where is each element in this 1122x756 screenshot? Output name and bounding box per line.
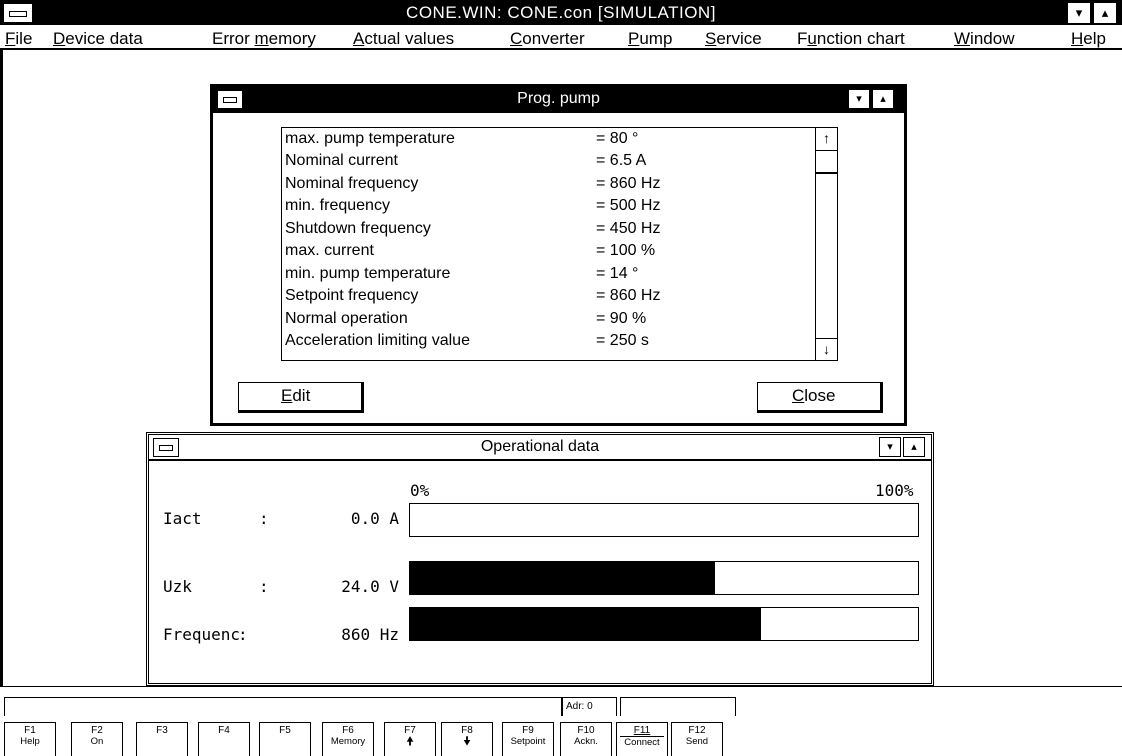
prog-pump-title: Prog. pump <box>517 90 600 107</box>
f5-button[interactable]: F5 <box>259 722 311 756</box>
vertical-scrollbar[interactable]: ↑ ↓ <box>815 128 837 360</box>
status-message-field <box>4 697 562 716</box>
prog-pump-window: Prog. pump ▾ ▴ max. pump temperature = 80… <box>210 84 907 426</box>
address-field: Adr: 0 <box>562 697 617 716</box>
arrow-up-icon: 🠝 <box>406 734 414 748</box>
status-info-field <box>620 697 736 716</box>
desktop-border <box>0 50 3 686</box>
iact-separator: : <box>259 509 269 528</box>
operational-data-window: Operational data ▾ ▴ 0% 100% Iact : 0.0 … <box>146 432 934 686</box>
iact-label: Iact <box>163 509 202 528</box>
scale-min-label: 0% <box>410 481 430 500</box>
iact-value: 0.0 A <box>350 509 399 528</box>
f1-help-button[interactable]: F1 Help <box>4 722 56 756</box>
f8-down-button[interactable]: F8 🠟 <box>441 722 493 756</box>
f11-connect-button[interactable]: F11 Connect <box>616 722 668 756</box>
function-key-bar: Adr: 0 F1 Help F2 On F3 F4 F5 F6 Memory F7 🠝… <box>0 686 1122 756</box>
f10-ackn-button[interactable]: F10 Ackn. <box>560 722 612 756</box>
uzk-value: 24.0 V <box>341 577 399 596</box>
menu-help[interactable]: Help <box>1071 29 1106 49</box>
menu-function-chart[interactable]: Function chart <box>797 29 905 49</box>
operational-data-title-bar: Operational data ▾ ▴ <box>149 435 931 461</box>
menu-file[interactable]: File <box>5 29 32 49</box>
scale-max-label: 100% <box>875 481 914 500</box>
app-title-bar: CONE.WIN: CONE.con [SIMULATION] ▾ ▴ <box>0 0 1122 27</box>
close-button[interactable]: Close <box>757 382 883 413</box>
uzk-bar-fill <box>410 562 715 594</box>
menu-window[interactable]: Window <box>954 29 1014 49</box>
menu-pump[interactable]: Pump <box>628 29 672 49</box>
f4-button[interactable]: F4 <box>198 722 250 756</box>
f9-setpoint-button[interactable]: F9 Setpoint <box>502 722 554 756</box>
app-title: CONE.WIN: CONE.con [SIMULATION] <box>406 3 716 22</box>
window-system-menu-icon[interactable] <box>153 438 179 457</box>
minimize-button[interactable]: ▾ <box>1067 2 1091 24</box>
operational-data-title: Operational data <box>480 438 600 455</box>
menu-actual-values[interactable]: Actual values <box>353 29 454 49</box>
menu-device-data[interactable]: Device data <box>53 29 143 49</box>
uzk-label: Uzk <box>163 577 192 596</box>
maximize-button[interactable]: ▴ <box>1093 2 1117 24</box>
f6-memory-button[interactable]: F6 Memory <box>322 722 374 756</box>
menu-service[interactable]: Service <box>705 29 762 49</box>
frequency-bar <box>409 607 919 641</box>
f12-send-button[interactable]: F12 Send <box>671 722 723 756</box>
parameter-listbox[interactable]: max. pump temperature = 80 ° Nominal curr… <box>281 127 838 361</box>
frequency-bar-fill <box>410 608 761 640</box>
scroll-up-arrow-icon[interactable]: ↑ <box>816 128 837 150</box>
menu-error-memory[interactable]: Error memory <box>212 29 316 49</box>
window-minimize-button[interactable]: ▾ <box>879 437 901 457</box>
iact-bar <box>409 503 919 537</box>
uzk-separator: : <box>259 577 269 596</box>
window-maximize-button[interactable]: ▴ <box>903 437 925 457</box>
f7-up-button[interactable]: F7 🠝 <box>384 722 436 756</box>
menu-converter[interactable]: Converter <box>510 29 585 49</box>
frequency-label: Frequenc <box>163 625 241 644</box>
window-maximize-button[interactable]: ▴ <box>872 89 894 109</box>
window-minimize-button[interactable]: ▾ <box>848 89 870 109</box>
uzk-bar <box>409 561 919 595</box>
arrow-down-icon: 🠟 <box>463 734 471 748</box>
frequency-separator: : <box>238 625 248 644</box>
frequency-value: 860 Hz <box>341 625 399 644</box>
f2-on-button[interactable]: F2 On <box>71 722 123 756</box>
edit-button[interactable]: Edit <box>238 382 364 413</box>
window-system-menu-icon[interactable] <box>217 90 243 109</box>
f3-button[interactable]: F3 <box>136 722 188 756</box>
scroll-thumb[interactable] <box>816 150 837 174</box>
scroll-down-arrow-icon[interactable]: ↓ <box>816 338 837 360</box>
menu-bar: File Device data Error memory Actual val… <box>0 27 1122 50</box>
prog-pump-title-bar: Prog. pump ▾ ▴ <box>213 87 904 113</box>
